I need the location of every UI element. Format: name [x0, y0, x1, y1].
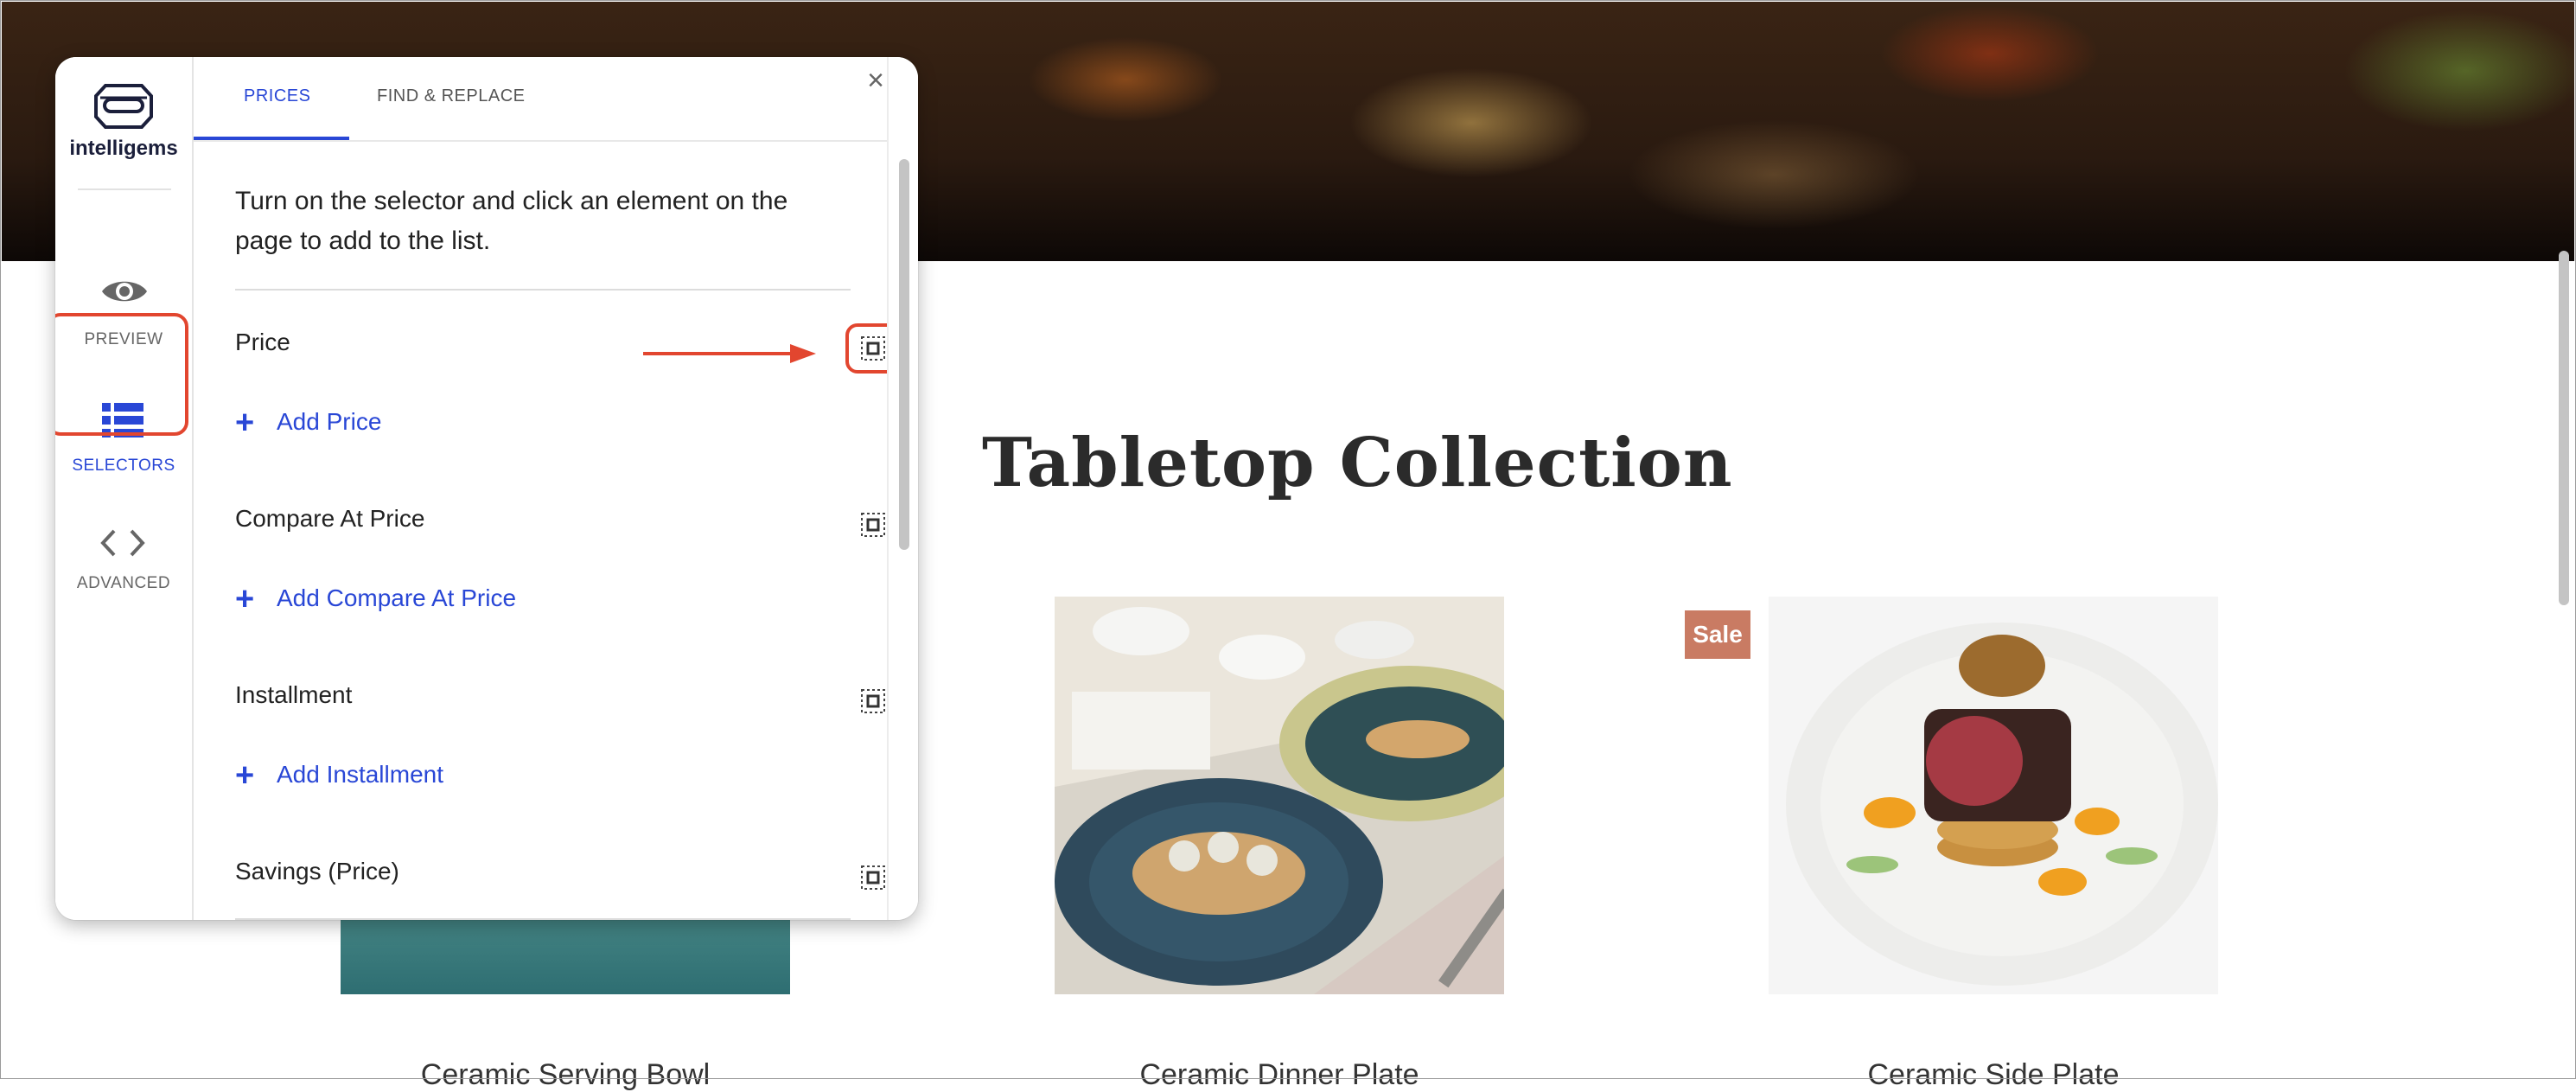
panel-content: PRICES FIND & REPLACE × Turn on the sele…	[194, 57, 918, 920]
tab-divider	[194, 140, 918, 142]
product-image-dinner-plate[interactable]	[1055, 597, 1504, 994]
sale-badge: Sale	[1685, 610, 1750, 659]
product-name-serving-bowl[interactable]: Ceramic Serving Bowl	[306, 1058, 825, 1092]
sidebar-divider	[78, 188, 171, 190]
add-compare-at-price-button[interactable]: Add Compare At Price	[277, 584, 516, 612]
intelligems-logo-icon	[94, 84, 153, 129]
instructions-divider	[235, 289, 851, 291]
intelligems-panel: intelligems PREVIEW SELECTORS ADVANCED P…	[55, 57, 918, 920]
section-label-installment: Installment	[235, 681, 353, 708]
tab-prices[interactable]: PRICES	[244, 86, 310, 106]
collection-title: Tabletop Collection	[982, 424, 1733, 502]
nav-item-advanced[interactable]: ADVANCED	[55, 455, 192, 592]
tab-find-replace[interactable]: FIND & REPLACE	[377, 86, 525, 106]
code-icon	[100, 529, 145, 557]
product-image-side-plate[interactable]	[1769, 597, 2218, 994]
add-price-button[interactable]: Add Price	[277, 408, 381, 436]
eye-icon	[102, 281, 147, 302]
section-label-savings-price: Savings (Price)	[235, 858, 399, 884]
element-selector-icon[interactable]	[860, 688, 886, 714]
add-installment-button[interactable]: Add Installment	[277, 761, 443, 789]
nav-label-advanced: ADVANCED	[76, 574, 171, 592]
close-button[interactable]: ×	[861, 66, 890, 95]
logo-text: intelligems	[69, 137, 178, 160]
page-scrollbar[interactable]	[2559, 251, 2569, 605]
product-name-dinner-plate[interactable]: Ceramic Dinner Plate	[1020, 1058, 1539, 1092]
section-label-compare-at-price: Compare At Price	[235, 505, 425, 532]
plus-icon: +	[235, 405, 255, 441]
instructions-text: Turn on the selector and click an elemen…	[235, 187, 788, 255]
panel-scrollbar-thumb[interactable]	[899, 159, 909, 550]
nav-item-preview[interactable]: PREVIEW	[55, 213, 192, 348]
arrow-annotation	[643, 344, 816, 363]
product-name-side-plate[interactable]: Ceramic Side Plate	[1734, 1058, 2253, 1092]
element-selector-icon[interactable]	[860, 512, 886, 538]
selectors-highlight-annotation	[55, 313, 188, 436]
plus-icon: +	[235, 757, 255, 794]
plus-icon: +	[235, 581, 255, 617]
panel-sidebar: intelligems PREVIEW SELECTORS ADVANCED	[55, 57, 194, 920]
section-divider	[235, 918, 851, 920]
element-selector-icon[interactable]	[860, 865, 886, 891]
section-label-price: Price	[235, 329, 290, 355]
